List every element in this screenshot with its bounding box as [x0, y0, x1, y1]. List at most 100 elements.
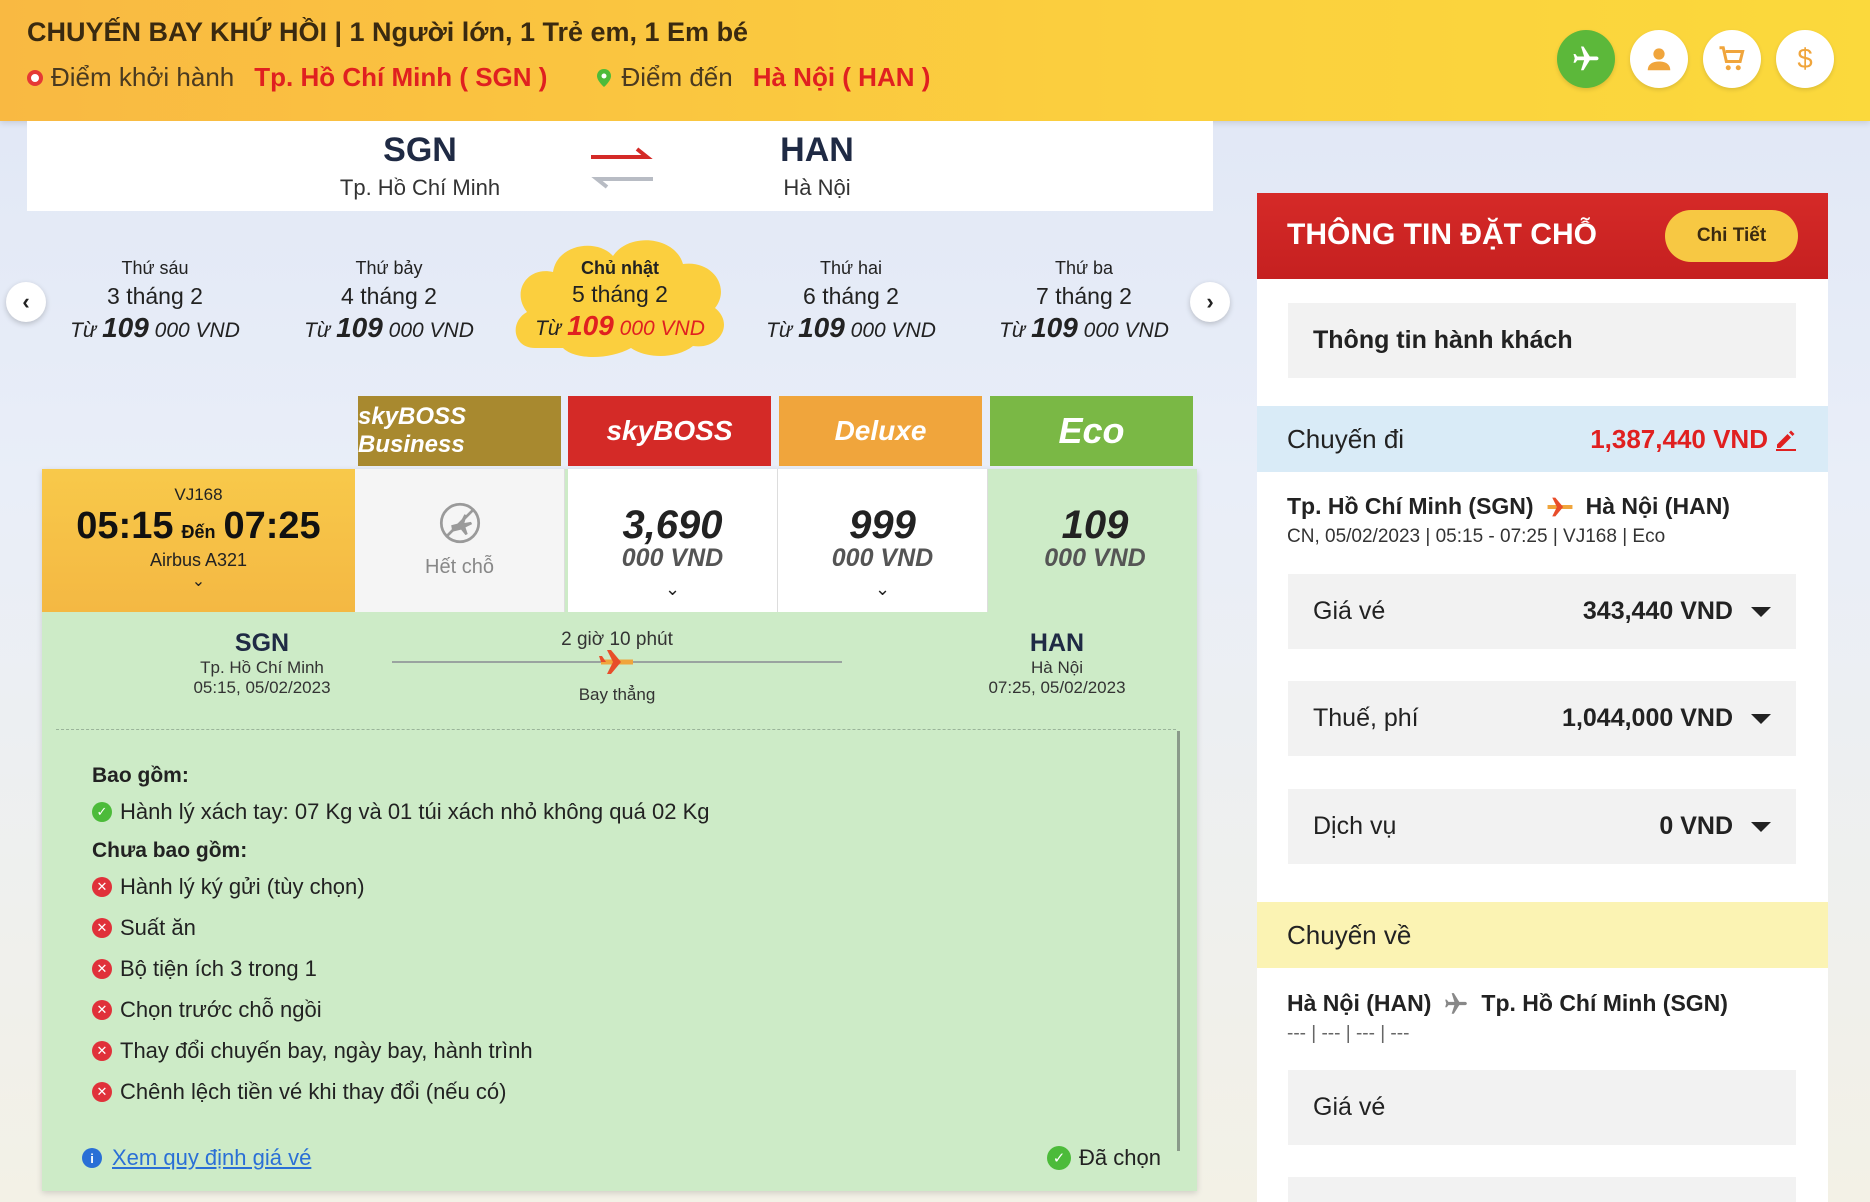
cross-icon: ✕: [92, 877, 112, 897]
chevron-down-icon: ⌄: [874, 579, 891, 599]
fare-price: 3,690: [622, 503, 723, 547]
detail-destination-city: Hà Nội: [1031, 658, 1083, 677]
top-header: CHUYẾN BAY KHỨ HỒI | 1 Người lớn, 1 Trẻ …: [0, 0, 1870, 121]
return-tax-row[interactable]: [1288, 1177, 1796, 1202]
chevron-down-icon: ⌄: [191, 573, 206, 590]
detail-origin-code: SGN: [234, 629, 290, 657]
edit-icon[interactable]: [1774, 427, 1798, 451]
fare-class-eco: Eco: [990, 396, 1193, 466]
scrollbar[interactable]: [1177, 731, 1180, 1151]
service-breakdown-row[interactable]: Dịch vụ 0 VND: [1288, 789, 1796, 864]
fare-price: 109: [1061, 503, 1129, 547]
depart-time: 05:15: [76, 505, 174, 547]
caret-down-icon: [1751, 821, 1771, 832]
fare-cell-deluxe[interactable]: 999 000 VND ⌄: [778, 469, 988, 612]
to-word: Đến: [181, 522, 216, 542]
return-label: Chuyến về: [1287, 919, 1412, 950]
excluded-item: ✕ Thay đổi chuyến bay, ngày bay, hành trì…: [92, 1037, 710, 1065]
route-box: SGN Tp. Hồ Chí Minh Hà Nội HAN: [27, 121, 1213, 211]
outbound-label: Chuyến đi: [1287, 423, 1405, 454]
svg-text:$: $: [1797, 44, 1812, 74]
detail-destination: HAN Hà Nội 07:25, 05/02/2023: [927, 629, 1187, 698]
selected-indicator: ✓ Đã chọn: [1047, 1145, 1161, 1171]
aircraft-type: Airbus A321: [149, 550, 248, 570]
caret-down-icon: [1751, 606, 1771, 617]
date-tab[interactable]: Thứ ba 7 tháng 2 Từ 109 000 VND: [974, 230, 1194, 360]
day-of-week: Thứ hai: [819, 258, 883, 278]
plane-icon: [599, 650, 633, 674]
booking-info-title: THÔNG TIN ĐẶT CHỖ: [1287, 218, 1597, 251]
origin-code: SGN: [383, 131, 457, 169]
date-tab[interactable]: Thứ sáu 3 tháng 2 Từ 109 000 VND: [45, 230, 265, 360]
detail-destination-code: HAN: [1029, 629, 1085, 657]
return-fare-row[interactable]: Giá vé: [1288, 1070, 1796, 1145]
date-label: 4 tháng 2: [341, 283, 437, 309]
destination-pin-icon: [597, 68, 612, 87]
fare-price: 999: [849, 503, 916, 547]
flight-button[interactable]: [1557, 30, 1615, 88]
fare-cell-eco[interactable]: 109 000 VND: [990, 469, 1200, 612]
fare-breakdown-row[interactable]: Giá vé 343,440 VND: [1288, 574, 1796, 649]
dollar-icon: $: [1797, 44, 1812, 74]
next-dates-button[interactable]: ›: [1190, 282, 1230, 322]
cross-icon: ✕: [92, 1041, 112, 1061]
booking-info-header: THÔNG TIN ĐẶT CHỖ Chi Tiết: [1257, 193, 1828, 279]
cart-icon: [1719, 46, 1745, 71]
check-icon: ✓: [1047, 1146, 1072, 1170]
return-section-header: Chuyến về: [1257, 902, 1828, 968]
plane-icon: [1547, 497, 1573, 516]
date-tab-selected[interactable]: Chủ nhật 5 tháng 2 Từ 109 000 VND: [510, 230, 730, 360]
date-tab[interactable]: Thứ hai 6 tháng 2 Từ 109 000 VND: [741, 230, 961, 360]
destination-label: Điểm đến: [621, 62, 733, 92]
date-price: Từ 109 000 VND: [304, 312, 474, 343]
date-tab[interactable]: Thứ bảy 4 tháng 2 Từ 109 000 VND: [279, 230, 499, 360]
fare-unit: 000 VND: [1044, 544, 1146, 572]
details-button[interactable]: Chi Tiết: [1665, 210, 1798, 262]
detail-origin-time: 05:15, 05/02/2023: [193, 678, 331, 697]
date-price: Từ 109 000 VND: [766, 312, 936, 343]
trip-summary: CHUYẾN BAY KHỨ HỒI | 1 Người lớn, 1 Trẻ …: [27, 17, 749, 47]
detail-origin: SGN Tp. Hồ Chí Minh 05:15, 05/02/2023: [132, 629, 392, 698]
fare-unit: 000 VND: [831, 544, 934, 572]
chevron-left-icon: ‹: [22, 289, 30, 314]
account-button[interactable]: [1630, 30, 1688, 88]
currency-button[interactable]: $: [1776, 30, 1834, 88]
detail-destination-time: 07:25, 05/02/2023: [988, 678, 1126, 697]
flight-panel: VJ168 05:15 Đến 07:25 Airbus A321 ⌄ Hết ch…: [42, 469, 1197, 1191]
arrive-time: 07:25: [223, 505, 321, 547]
fare-cell-skyboss[interactable]: 3,690 000 VND ⌄: [568, 469, 778, 612]
day-of-week: Thứ bảy: [355, 258, 423, 278]
fare-inclusions: Bao gồm: ✓ Hành lý xách tay: 07 Kg và 01 …: [92, 764, 710, 1119]
destination-city-name: Hà Nội: [783, 175, 851, 200]
date-price: Từ 109 000 VND: [535, 310, 705, 341]
flight-detail-route: SGN Tp. Hồ Chí Minh 05:15, 05/02/2023 2 …: [42, 629, 1197, 724]
plane-unavailable-icon: [439, 502, 480, 544]
passenger-info-button[interactable]: Thông tin hành khách: [1288, 303, 1796, 378]
return-subtitle: --- | --- | --- | ---: [1287, 1023, 1410, 1044]
booking-info-panel: THÔNG TIN ĐẶT CHỖ Chi Tiết Thông tin hàn…: [1257, 193, 1828, 1202]
date-price: Từ 109 000 VND: [999, 312, 1169, 343]
outbound-route: Tp. Hồ Chí Minh (SGN) Hà Nội (HAN): [1287, 493, 1730, 519]
date-label: 7 tháng 2: [1036, 283, 1132, 309]
fare-class-skyboss-business: skyBOSS Business: [358, 396, 561, 466]
flight-times: 05:15 Đến 07:25: [42, 505, 355, 548]
fare-class-skyboss: skyBOSS: [568, 396, 771, 466]
date-selector: ‹ Thứ sáu 3 tháng 2 Từ 109 000 VND Thứ b…: [0, 230, 1230, 370]
cart-button[interactable]: [1703, 30, 1761, 88]
date-price: Từ 109 000 VND: [70, 312, 240, 343]
cross-icon: ✕: [92, 1000, 112, 1020]
caret-down-icon: [1751, 713, 1771, 724]
date-label: 5 tháng 2: [572, 281, 668, 307]
flight-code: VJ168: [174, 485, 223, 504]
fare-cell-business: Hết chỗ: [355, 469, 565, 612]
swap-arrows-icon[interactable]: [587, 143, 657, 193]
excluded-item: ✕ Suất ăn: [92, 914, 710, 942]
divider: [56, 729, 1176, 730]
chevron-right-icon: ›: [1206, 289, 1214, 314]
flight-summary[interactable]: VJ168 05:15 Đến 07:25 Airbus A321 ⌄: [42, 469, 355, 612]
prev-dates-button[interactable]: ‹: [6, 282, 46, 322]
date-label: 3 tháng 2: [107, 283, 203, 309]
fare-rules-link[interactable]: i Xem quy định giá vé: [82, 1145, 311, 1171]
direct-flight-label: Bay thẳng: [578, 685, 656, 704]
tax-breakdown-row[interactable]: Thuế, phí 1,044,000 VND: [1288, 681, 1796, 756]
